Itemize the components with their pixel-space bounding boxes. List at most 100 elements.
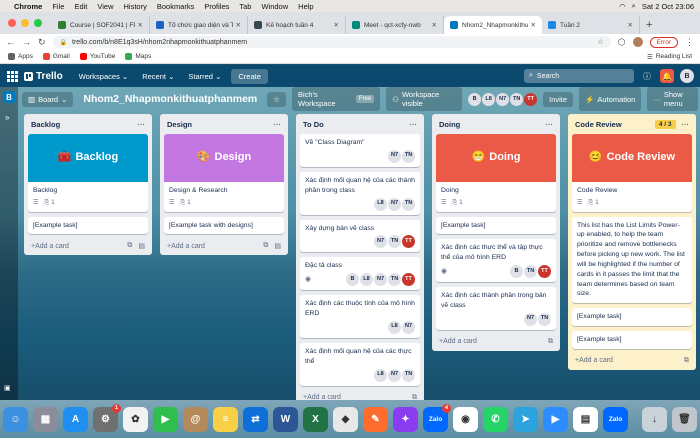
list-menu-icon[interactable]: ··· xyxy=(682,120,690,129)
dock-app-chrome[interactable]: ◉ xyxy=(453,406,478,432)
search-icon[interactable]: ⌕ xyxy=(632,1,636,11)
forward-icon[interactable]: → xyxy=(22,37,31,47)
feedback-icon[interactable]: ▣ xyxy=(4,384,11,392)
dock-app-downloads[interactable]: ↓ xyxy=(642,406,667,432)
zoom-window-button[interactable] xyxy=(34,19,42,27)
close-tab-icon[interactable]: ✕ xyxy=(628,21,633,29)
dock-app-zalo[interactable]: Zalo 4 xyxy=(423,403,451,432)
member-avatar[interactable]: TN xyxy=(510,92,524,106)
member-avatar[interactable]: B xyxy=(468,92,482,106)
member-avatar[interactable]: TN xyxy=(524,265,537,279)
board-view-switcher[interactable]: ▥ Board ⌄ xyxy=(22,91,74,107)
member-avatar[interactable]: N7 xyxy=(524,312,537,326)
menu-bookmarks[interactable]: Bookmarks xyxy=(157,2,195,11)
bookmark-star-icon[interactable]: ☆ xyxy=(597,38,603,46)
template-icon[interactable]: ▤ xyxy=(274,242,281,250)
card[interactable]: This list has the List Limits Power-up e… xyxy=(572,216,692,304)
card[interactable]: Xác định mối quan hệ của các thành phần … xyxy=(300,171,420,215)
wifi-icon[interactable]: ◠ xyxy=(619,2,626,11)
automation-button[interactable]: ⚡ Automation xyxy=(579,87,642,111)
browser-tab[interactable]: Meet - qct-xcfy-nwb ✕ xyxy=(346,16,444,34)
dock-app-word[interactable]: W xyxy=(273,406,298,432)
dock-app-whatsapp[interactable]: ✆ xyxy=(483,406,508,432)
bookmark-maps[interactable]: Maps xyxy=(125,53,151,60)
star-board-icon[interactable]: ☆ xyxy=(267,91,286,107)
member-avatar[interactable]: L8 xyxy=(374,368,387,382)
workspaces-menu[interactable]: Workspaces ⌄ xyxy=(75,70,133,83)
close-tab-icon[interactable]: ✕ xyxy=(531,21,536,29)
menu-help[interactable]: Help xyxy=(298,2,313,11)
member-avatar[interactable]: N7 xyxy=(374,235,387,249)
add-card-button[interactable]: + Add a card ⧉ xyxy=(436,335,556,347)
error-button[interactable]: Error xyxy=(649,36,678,48)
card[interactable]: [Example task] xyxy=(572,331,692,349)
workspace-avatar[interactable]: B xyxy=(3,91,15,103)
expand-sidebar-icon[interactable]: » xyxy=(5,113,9,122)
trello-logo[interactable]: Trello xyxy=(24,71,63,82)
member-avatar[interactable]: N7 xyxy=(388,197,401,211)
menu-window[interactable]: Window xyxy=(261,2,288,11)
card[interactable]: Đặc tả class ◉ B L8 N7 TN TT xyxy=(300,257,420,291)
member-avatar[interactable]: TN xyxy=(538,312,551,326)
profile-avatar[interactable] xyxy=(632,37,643,47)
member-avatar[interactable]: N7 xyxy=(496,92,510,106)
member-avatar[interactable]: TT xyxy=(538,265,551,279)
menu-edit[interactable]: Edit xyxy=(74,2,87,11)
close-tab-icon[interactable]: ✕ xyxy=(138,21,143,29)
new-tab-icon[interactable]: + xyxy=(646,19,652,31)
menu-tab[interactable]: Tab xyxy=(239,2,251,11)
member-avatar[interactable]: TT xyxy=(402,273,415,287)
list-menu-icon[interactable]: ··· xyxy=(546,120,554,129)
menu-profiles[interactable]: Profiles xyxy=(204,2,229,11)
url-bar[interactable]: 🔒 trello.com/b/n8E1q3sH/nhom2nhapmonkith… xyxy=(52,36,611,48)
dock-app-excel[interactable]: X xyxy=(303,406,328,432)
dock-app-zoom[interactable]: ▶ xyxy=(543,406,568,432)
dock-app-teamviewer[interactable]: ⇄ xyxy=(243,406,268,432)
user-avatar[interactable]: B xyxy=(680,69,694,83)
member-avatar[interactable]: TT xyxy=(524,92,538,106)
add-card-button[interactable]: + Add a card ⧉ ▤ xyxy=(164,239,284,251)
card[interactable]: 😁 Doing Doing ☰ ⎘ 1 xyxy=(436,134,556,212)
dock-app-telegram[interactable]: ➤ xyxy=(513,406,538,432)
card-template-icon[interactable]: ⧉ xyxy=(684,357,689,365)
dock-app-launchpad[interactable]: ▦ xyxy=(33,406,58,432)
browser-tab-active[interactable]: Nhom2_Nhapmonkithuatphan✕ xyxy=(444,16,542,34)
starred-menu[interactable]: Starred ⌄ xyxy=(184,70,225,83)
bookmark-youtube[interactable]: YouTube xyxy=(79,53,115,60)
browser-tab[interactable]: Tổ chức giao diện và Thao tác✕ xyxy=(150,16,248,34)
add-card-button[interactable]: + Add a card ⧉ ▤ xyxy=(28,239,148,251)
browser-tab[interactable]: Tuần 2 ✕ xyxy=(542,16,640,34)
card-template-icon[interactable]: ⧉ xyxy=(263,242,268,250)
menu-file[interactable]: File xyxy=(52,2,64,11)
card[interactable]: Xác định mối quan hệ của các thực thể L8… xyxy=(300,342,420,386)
card[interactable]: Xây dựng bản vẽ class N7 TN TT xyxy=(300,219,420,253)
card[interactable]: [Example task] xyxy=(436,216,556,235)
card[interactable]: Vẽ "Class Diagram" N7 TN xyxy=(300,134,420,167)
create-button[interactable]: Create xyxy=(231,68,268,84)
dock-app-notes[interactable]: ≡ xyxy=(213,406,238,432)
more-icon[interactable]: ⋮ xyxy=(685,37,694,48)
close-tab-icon[interactable]: ✕ xyxy=(236,21,241,29)
app-switcher-icon[interactable] xyxy=(6,70,18,82)
dock-app-trash[interactable]: 🗑 xyxy=(672,406,697,432)
member-avatar[interactable]: TN xyxy=(388,235,401,249)
card[interactable]: [Example task] xyxy=(28,216,148,235)
reload-icon[interactable]: ↻ xyxy=(38,37,46,48)
list-title[interactable]: To Do xyxy=(303,120,324,129)
browser-tab[interactable]: Kế hoạch tuần 4 ✕ xyxy=(248,16,346,34)
show-menu-button[interactable]: ··· Show menu xyxy=(647,87,698,111)
card[interactable]: 😊 Code Review Code Review ☰ ⎘ 1 xyxy=(572,134,692,212)
card[interactable]: Xác định các thuộc tính của mô hình ERD … xyxy=(300,295,420,338)
list-title[interactable]: Backlog xyxy=(31,120,60,129)
card-template-icon[interactable]: ⧉ xyxy=(127,242,132,250)
search-input[interactable]: ⌕ Search xyxy=(524,69,634,83)
close-window-button[interactable] xyxy=(8,19,16,27)
menu-chrome[interactable]: Chrome xyxy=(14,2,42,11)
dock-app-photos[interactable]: ✿ xyxy=(123,406,148,432)
list-title[interactable]: Design xyxy=(167,120,192,129)
dock-app-messenger[interactable]: ✦ xyxy=(393,406,418,432)
list-menu-icon[interactable]: ··· xyxy=(410,120,418,129)
member-avatar[interactable]: L8 xyxy=(482,92,496,106)
menu-history[interactable]: History xyxy=(124,2,147,11)
member-avatar[interactable]: TN xyxy=(402,197,415,211)
